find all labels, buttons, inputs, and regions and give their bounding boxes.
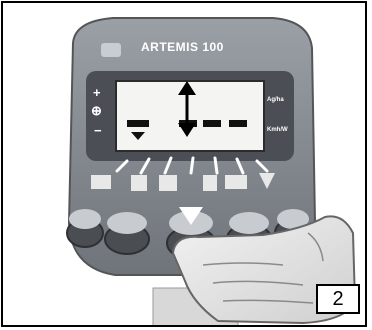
grid-icon — [131, 175, 147, 191]
rate-label: Ag/ha — [267, 97, 284, 103]
lcd-digit-dash — [203, 120, 221, 127]
lcd-digit-dash — [127, 120, 149, 127]
lcd-digit-dash — [229, 120, 247, 127]
monitor-icon — [91, 175, 111, 189]
plus-symbol: + — [93, 85, 102, 100]
device-title: ARTEMIS 100 — [141, 40, 224, 54]
tank-icon — [159, 175, 177, 191]
illustration-frame: ARTEMIS 100 + ⊕ − Ag/ha Kmh/W 2 — [1, 1, 367, 327]
field-icon — [203, 175, 217, 191]
speed-label: Kmh/W — [267, 127, 288, 133]
logo-icon — [101, 43, 121, 57]
target-symbol: ⊕ — [91, 103, 103, 118]
minus-symbol: − — [94, 123, 103, 138]
step-number-badge: 2 — [316, 284, 360, 314]
tractor-icon — [225, 175, 247, 189]
device-scene: ARTEMIS 100 + ⊕ − Ag/ha Kmh/W — [3, 3, 365, 325]
